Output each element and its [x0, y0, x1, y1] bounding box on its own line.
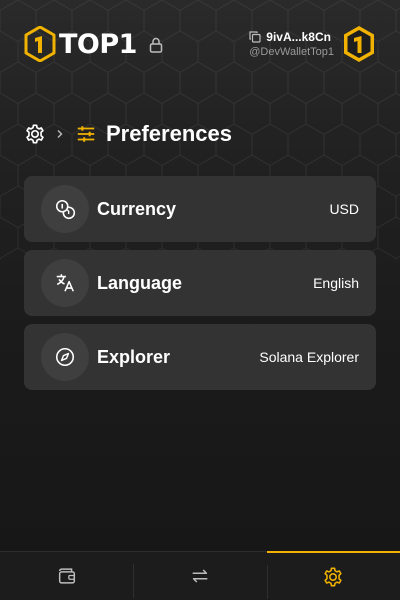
page-title: Preferences — [106, 121, 232, 146]
wallet-address-row[interactable]: 9ivA...k8Cn — [249, 30, 331, 44]
preference-row-language[interactable]: Language English — [24, 250, 376, 316]
wallet-info: 9ivA...k8Cn @DevWalletTop1 — [249, 30, 334, 58]
preference-row-currency[interactable]: Currency USD — [24, 176, 376, 242]
nav-tab-settings[interactable] — [266, 551, 400, 600]
row-icon-circle — [41, 333, 89, 381]
lock-icon[interactable] — [149, 37, 163, 53]
translate-icon — [56, 274, 74, 292]
coins-icon — [55, 199, 76, 220]
gear-icon[interactable] — [24, 123, 46, 145]
preference-value: Solana Explorer — [259, 349, 359, 365]
chevron-right-icon — [57, 130, 63, 138]
wallet-icon — [58, 568, 75, 584]
settings-icon — [324, 567, 342, 586]
preference-row-explorer[interactable]: Explorer Solana Explorer — [24, 324, 376, 390]
preference-value: English — [313, 275, 359, 291]
nav-tab-wallet[interactable] — [0, 552, 133, 600]
brand-name: TOP1 — [59, 28, 137, 60]
copy-icon[interactable] — [249, 31, 261, 43]
nav-tab-swap[interactable] — [133, 552, 266, 600]
bottom-navigation — [0, 551, 400, 600]
preferences-list: Currency USD Language English Explorer S… — [24, 176, 376, 398]
row-icon-circle — [41, 259, 89, 307]
compass-icon — [55, 347, 75, 367]
breadcrumb: Preferences — [24, 118, 232, 150]
app-window: TOP1 9ivA...k8Cn @DevWalletTop1 Preferen… — [0, 0, 400, 600]
wallet-handle: @DevWalletTop1 — [249, 46, 334, 58]
top1-logo-icon — [24, 26, 56, 62]
sliders-icon — [77, 126, 95, 142]
wallet-address: 9ivA...k8Cn — [266, 30, 331, 44]
header: TOP1 9ivA...k8Cn @DevWalletTop1 — [24, 22, 376, 66]
row-icon-circle — [41, 185, 89, 233]
swap-icon — [192, 569, 208, 583]
avatar-hexagon-icon[interactable] — [342, 25, 376, 63]
preference-label: Currency — [97, 198, 177, 219]
preference-value: USD — [329, 201, 359, 217]
preference-label: Explorer — [97, 346, 171, 367]
preference-label: Language — [97, 272, 183, 293]
brand-logo[interactable]: TOP1 — [24, 22, 163, 66]
wallet-account[interactable]: 9ivA...k8Cn @DevWalletTop1 — [249, 22, 376, 66]
